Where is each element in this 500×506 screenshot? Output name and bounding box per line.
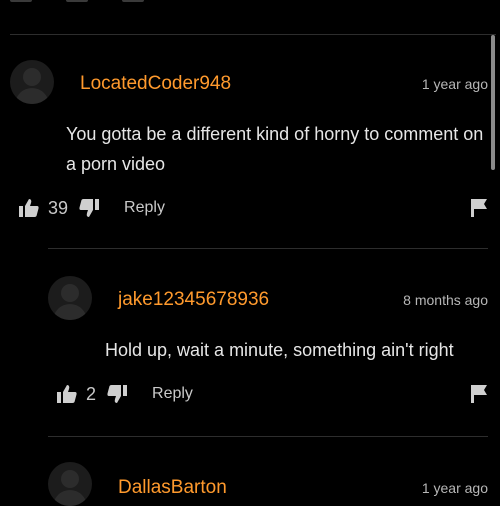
reply-button[interactable]: Reply — [124, 199, 165, 217]
comment-item: LocatedCoder948 1 year ago You gotta be … — [10, 60, 488, 230]
previous-comment-actions — [10, 0, 210, 4]
flag-icon[interactable] — [470, 384, 488, 404]
thumbs-down-icon[interactable] — [78, 198, 100, 218]
avatar[interactable] — [10, 60, 54, 104]
divider — [48, 436, 488, 437]
comment-actions: 39 Reply — [18, 196, 165, 220]
divider — [10, 34, 496, 35]
thumbs-down-icon[interactable] — [106, 384, 128, 404]
comment-text: You gotta be a different kind of horny t… — [66, 124, 484, 174]
flag-icon[interactable] — [470, 198, 488, 218]
divider — [48, 248, 488, 249]
comment-item: DallasBarton 1 year ago — [48, 462, 488, 506]
comment-timestamp: 1 year ago — [421, 76, 488, 92]
like-count: 2 — [86, 383, 97, 404]
comment-timestamp: 1 year ago — [421, 480, 488, 496]
thumbs-up-icon[interactable] — [18, 198, 40, 218]
comment-actions: 2 Reply — [56, 382, 193, 406]
comment-username[interactable]: LocatedCoder948 — [80, 73, 231, 95]
like-count: 39 — [48, 197, 69, 218]
avatar[interactable] — [48, 276, 92, 320]
comment-timestamp: 8 months ago — [403, 292, 488, 308]
scrollbar[interactable] — [491, 35, 495, 170]
comment-username[interactable]: jake12345678936 — [118, 289, 269, 311]
comment-username[interactable]: DallasBarton — [118, 477, 227, 499]
comment-text: Hold up, wait a minute, something ain't … — [105, 340, 454, 360]
avatar[interactable] — [48, 462, 92, 506]
thumbs-up-icon[interactable] — [56, 384, 78, 404]
reply-button[interactable]: Reply — [152, 385, 193, 403]
comment-item: jake12345678936 8 months ago Hold up, wa… — [48, 276, 488, 416]
